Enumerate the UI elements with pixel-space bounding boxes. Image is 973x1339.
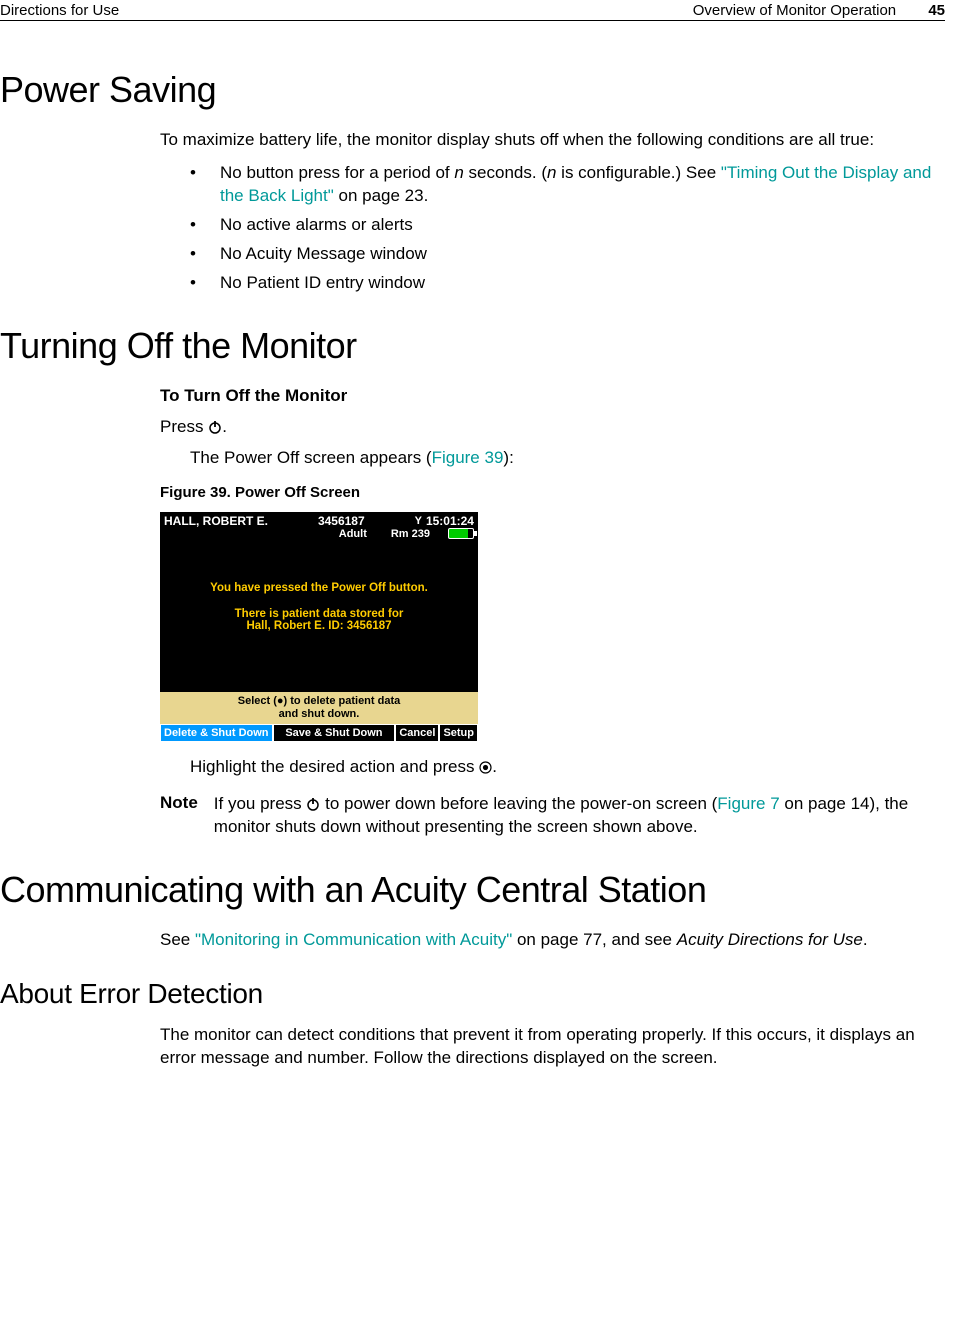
monitor-cancel-button[interactable]: Cancel xyxy=(395,724,439,742)
monitor-message-2: There is patient data stored for xyxy=(160,608,478,620)
monitor-time: 15:01:24 xyxy=(426,514,474,528)
figure-ref-link[interactable]: Figure 39 xyxy=(432,448,504,467)
header-left: Directions for Use xyxy=(0,2,119,19)
text: . xyxy=(492,757,497,776)
monitor-subheader: Adult Rm 239 xyxy=(160,528,478,542)
monitor-screenshot: HALL, ROBERT E. 3456187 Y 15:01:24 Adult… xyxy=(160,512,478,742)
power-saving-bullets: No button press for a period of n second… xyxy=(190,162,945,295)
text: . xyxy=(222,417,227,436)
monitor-body: You have pressed the Power Off button. T… xyxy=(160,542,478,692)
acuity-text: See "Monitoring in Communication with Ac… xyxy=(160,929,945,952)
text: If you press xyxy=(214,794,307,813)
monitor-prompt: Select (●) to delete patient data and sh… xyxy=(160,692,478,724)
text: is configurable.) See xyxy=(556,163,720,182)
error-detection-text: The monitor can detect conditions that p… xyxy=(160,1024,945,1070)
monitor-room: Rm 239 xyxy=(391,528,430,540)
power-saving-intro: To maximize battery life, the monitor di… xyxy=(160,129,945,152)
monitor-message-3: Hall, Robert E. ID: 3456187 xyxy=(160,620,478,632)
text: on page 23. xyxy=(334,186,429,205)
monitor-prompt-line2: and shut down. xyxy=(160,708,478,721)
monitor-delete-button[interactable]: Delete & Shut Down xyxy=(160,724,273,742)
list-item: No active alarms or alerts xyxy=(190,214,945,237)
subheading-turn-off: To Turn Off the Monitor xyxy=(160,385,945,408)
page-header: Directions for Use Overview of Monitor O… xyxy=(0,0,945,21)
text: seconds. ( xyxy=(464,163,547,182)
result-text: The Power Off screen appears (Figure 39)… xyxy=(190,447,945,470)
text: . xyxy=(863,930,868,949)
note-text: If you press to power down before leavin… xyxy=(214,793,945,839)
note-block: Note If you press to power down before l… xyxy=(160,793,945,839)
heading-acuity: Communicating with an Acuity Central Sta… xyxy=(0,869,945,911)
text: ): xyxy=(503,448,513,467)
header-right: Overview of Monitor Operation 45 xyxy=(693,2,945,19)
text: Press xyxy=(160,417,208,436)
text: See xyxy=(160,930,195,949)
note-label: Note xyxy=(160,793,198,839)
monitor-patient-name: HALL, ROBERT E. xyxy=(164,514,268,528)
text: on page 77, and see xyxy=(512,930,676,949)
monitor-header: HALL, ROBERT E. 3456187 Y 15:01:24 xyxy=(160,512,478,528)
highlight-instruction: Highlight the desired action and press . xyxy=(190,756,945,779)
select-dot-icon xyxy=(479,761,492,774)
header-section-title: Overview of Monitor Operation xyxy=(693,2,896,19)
power-icon xyxy=(208,420,222,434)
heading-turning-off: Turning Off the Monitor xyxy=(0,325,945,367)
n-variable: n xyxy=(454,163,463,182)
monitor-button-row: Delete & Shut Down Save & Shut Down Canc… xyxy=(160,724,478,742)
monitor-message-1: You have pressed the Power Off button. xyxy=(160,582,478,594)
heading-power-saving: Power Saving xyxy=(0,69,945,111)
text: Highlight the desired action and press xyxy=(190,757,479,776)
monitor-save-button[interactable]: Save & Shut Down xyxy=(273,724,396,742)
power-icon xyxy=(306,797,320,811)
heading-error-detection: About Error Detection xyxy=(0,978,945,1010)
monitor-setup-button[interactable]: Setup xyxy=(439,724,478,742)
list-item: No Patient ID entry window xyxy=(190,272,945,295)
press-instruction: Press . xyxy=(160,416,945,439)
list-item: No Acuity Message window xyxy=(190,243,945,266)
figure-caption: Figure 39. Power Off Screen xyxy=(160,483,945,503)
figure-ref-link[interactable]: Figure 7 xyxy=(717,794,779,813)
text: The Power Off screen appears ( xyxy=(190,448,432,467)
cross-ref-link[interactable]: "Monitoring in Communication with Acuity… xyxy=(195,930,512,949)
battery-icon xyxy=(448,528,474,539)
doc-title-ital: Acuity Directions for Use xyxy=(677,930,863,949)
monitor-patient-id: 3456187 xyxy=(318,514,365,528)
monitor-prompt-line1: Select (●) to delete patient data xyxy=(160,695,478,708)
list-item: No button press for a period of n second… xyxy=(190,162,945,208)
text: to power down before leaving the power-o… xyxy=(320,794,717,813)
antenna-icon: Y xyxy=(415,515,422,527)
text: No button press for a period of xyxy=(220,163,454,182)
page-number: 45 xyxy=(928,2,945,19)
monitor-mode: Adult xyxy=(339,528,367,540)
